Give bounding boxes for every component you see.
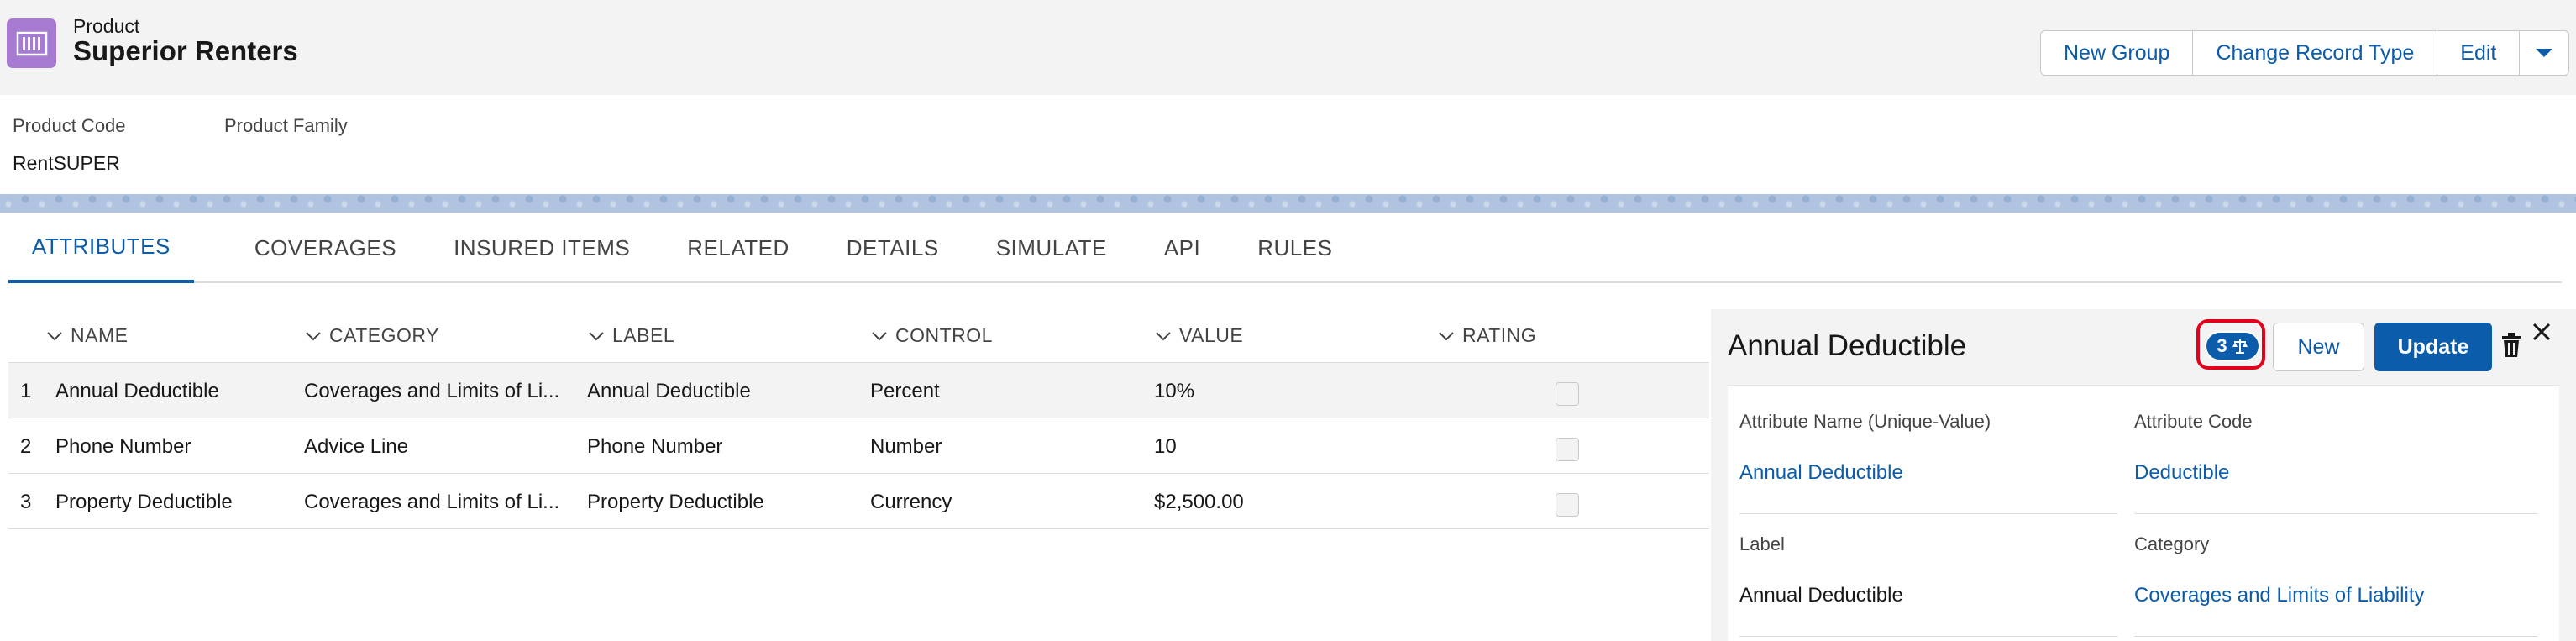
cell-label: Annual Deductible [587,380,751,402]
cell-name: Property Deductible [55,491,233,513]
attributes-table: NAME CATEGORY LABEL CONTROL VALUE RATING… [8,307,1709,529]
cell-control: Percent [870,380,940,402]
table-header: NAME CATEGORY LABEL CONTROL VALUE RATING [8,307,1709,363]
row-number: 2 [20,435,32,458]
chevron-down-icon [872,331,887,340]
version-count: 3 [2217,335,2227,356]
cell-value: 10 [1154,435,1177,458]
chevron-down-icon [1156,331,1171,340]
product-code-value: RentSUPER [13,152,120,174]
chevron-down-icon [589,331,604,340]
version-badge[interactable]: 3 [2205,331,2260,361]
scales-icon [2232,339,2248,354]
product-family-field: Product Family [224,115,348,152]
cell-label: Phone Number [587,435,723,458]
row-number: 3 [20,491,32,513]
product-family-label: Product Family [224,115,348,136]
cell-label: Property Deductible [587,491,764,513]
panel-title: Annual Deductible [1728,329,1967,362]
column-header-label: RATING [1462,324,1537,346]
cell-value: $2,500.00 [1154,491,1244,513]
column-header-label-col[interactable]: LABEL [587,324,674,347]
cell-name: Annual Deductible [55,380,219,402]
chevron-down-icon [1439,331,1454,340]
cell-category: Coverages and Limits of Li... [304,380,560,402]
rating-checkbox[interactable] [1556,438,1579,461]
column-header-control[interactable]: CONTROL [870,324,993,347]
update-button[interactable]: Update [2374,323,2492,371]
new-group-button[interactable]: New Group [2041,31,2194,75]
attribute-detail-panel: Annual Deductible 3 New Update Attribute… [1711,309,2576,641]
product-code-label: Product Code [13,115,126,136]
header-action-group: New Group Change Record Type Edit [2040,30,2570,76]
category-value[interactable]: Coverages and Limits of Liability [2134,584,2425,607]
cell-control: Number [870,435,942,458]
column-header-category[interactable]: CATEGORY [304,324,439,347]
tab-rules[interactable]: RULES [1224,213,1356,283]
field-divider [1739,636,2117,637]
highlights-panel: Product Code RentSUPER Product Family [0,95,2576,194]
column-header-label: LABEL [612,324,675,346]
label-field-value: Annual Deductible [1739,584,1903,607]
table-row[interactable]: 1 Annual Deductible Coverages and Limits… [8,363,1709,418]
row-number: 1 [20,380,32,402]
tab-simulate[interactable]: SIMULATE [963,213,1131,283]
chevron-down-icon [47,331,62,340]
rating-checkbox[interactable] [1556,382,1579,406]
column-header-name[interactable]: NAME [45,324,128,347]
new-button[interactable]: New [2273,323,2364,371]
tab-coverages[interactable]: COVERAGES [194,213,420,283]
tab-details[interactable]: DETAILS [813,213,963,283]
more-actions-dropdown[interactable] [2520,31,2569,75]
field-divider [1739,513,2117,514]
record-title: Superior Renters [73,35,298,66]
cell-category: Advice Line [304,435,409,458]
chevron-down-icon [306,331,321,340]
entity-type-label: Product [73,15,140,37]
field-divider [2134,636,2537,637]
decorative-band [0,194,2576,213]
attribute-name-value[interactable]: Annual Deductible [1739,461,1903,485]
change-record-type-button[interactable]: Change Record Type [2193,31,2438,75]
column-header-rating[interactable]: RATING [1437,324,1536,347]
attribute-name-label: Attribute Name (Unique-Value) [1739,411,1991,432]
column-header-label: CATEGORY [329,324,439,346]
cell-category: Coverages and Limits of Li... [304,491,560,513]
field-divider [2134,513,2537,514]
tab-related[interactable]: RELATED [653,213,813,283]
column-header-value[interactable]: VALUE [1154,324,1243,347]
product-icon [7,18,56,68]
chevron-down-icon [2536,49,2553,57]
cell-control: Currency [870,491,952,513]
tab-bar: ATTRIBUTES COVERAGES INSURED ITEMS RELAT… [8,213,2562,283]
column-header-label: CONTROL [895,324,993,346]
column-header-label: VALUE [1179,324,1244,346]
category-label: Category [2134,533,2210,554]
attribute-code-value[interactable]: Deductible [2134,461,2229,485]
product-code-field: Product Code RentSUPER [13,115,126,175]
table-row[interactable]: 2 Phone Number Advice Line Phone Number … [8,418,1709,474]
tab-attributes[interactable]: ATTRIBUTES [8,213,194,283]
label-field-label: Label [1739,533,1785,554]
rating-checkbox[interactable] [1556,493,1579,517]
cell-value: 10% [1154,380,1195,402]
tab-api[interactable]: API [1131,213,1224,283]
edit-button[interactable]: Edit [2437,31,2521,75]
close-icon[interactable] [2531,321,2552,343]
panel-fields: Attribute Name (Unique-Value) Annual Ded… [1728,385,2559,641]
tab-insured-items[interactable]: INSURED ITEMS [420,213,653,283]
table-row[interactable]: 3 Property Deductible Coverages and Limi… [8,474,1709,529]
cell-name: Phone Number [55,435,191,458]
record-header: Product Superior Renters New Group Chang… [0,0,2576,95]
trash-icon[interactable] [2500,333,2522,358]
column-header-label: NAME [71,324,129,346]
attribute-code-label: Attribute Code [2134,411,2253,432]
